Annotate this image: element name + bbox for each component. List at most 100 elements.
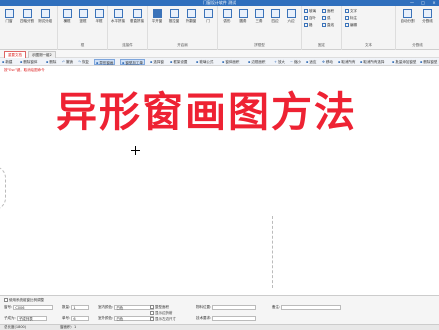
- inner-color-select[interactable]: 白色: [114, 304, 155, 310]
- ribbon-group-text: 文字 标注 编辑 文本: [342, 6, 396, 50]
- hframe-icon: [62, 9, 72, 18]
- quad-icon: [270, 9, 280, 18]
- toolbar-item-cancel-selection[interactable]: ▪取消所有选择: [360, 59, 384, 65]
- outer-color-field: 室外颜色: 白色: [98, 315, 155, 321]
- ribbon-group-tools: 玻璃 百叶 格 面积 弧 直线 固定: [302, 6, 342, 50]
- horizontal-frame-button[interactable]: 横框: [59, 9, 75, 24]
- toolbar-item-move[interactable]: ✥移动: [322, 59, 333, 65]
- toolbar-item-redo[interactable]: ↷恢复: [78, 59, 89, 65]
- tilt-button[interactable]: 外翻窗: [183, 9, 199, 24]
- hexagon-button[interactable]: 六边: [283, 9, 299, 24]
- arc-tool-icon: [322, 16, 326, 20]
- toolbar-item-undo[interactable]: ↶撤销: [62, 59, 73, 65]
- toolbar-item-batch-add[interactable]: ▪批量添加窗型: [392, 59, 416, 65]
- type-select[interactable]: 子成列表: [16, 315, 47, 321]
- ribbon-group-window: 门窗 四轴分割 测试分组: [0, 6, 58, 50]
- ribbon-group-label: 连接件: [122, 43, 133, 47]
- remark-input[interactable]: [281, 304, 342, 310]
- use-system-ratio-option[interactable]: 使用系统组窗比例调整: [4, 297, 44, 303]
- show-left-size-option[interactable]: 显示左边尺寸: [150, 316, 176, 322]
- toolbar-item-custom-shape[interactable]: ▪异形窗画: [94, 59, 116, 65]
- status-window-area: 窗面积：1: [60, 325, 77, 329]
- outer-color-select[interactable]: 白色: [114, 315, 155, 321]
- material-position-input[interactable]: [212, 304, 257, 310]
- tab-main-document[interactable]: 重要文档: [4, 51, 26, 58]
- dimension-icon: [345, 16, 349, 20]
- window-title: 门窗设计软件 测试: [202, 0, 237, 5]
- checkbox[interactable]: [150, 305, 154, 309]
- order-number-field: 单号: 6: [62, 315, 90, 321]
- window-button[interactable]: 门窗: [1, 9, 17, 24]
- move-icon: ✥: [322, 60, 325, 64]
- split-line-icon: [423, 9, 432, 18]
- four-axis-button[interactable]: 四轴分割: [19, 9, 35, 24]
- half-frame-button[interactable]: 半框: [91, 9, 107, 24]
- arc-shape-button[interactable]: 弧形: [219, 9, 235, 24]
- area-tool[interactable]: 面积: [322, 8, 334, 14]
- toolbar-item-glass-formula[interactable]: ▪玻璃公式: [196, 59, 213, 65]
- arc-tool[interactable]: 弧: [322, 15, 331, 21]
- tech-requirement-input[interactable]: [212, 315, 257, 321]
- tilt-icon: [186, 9, 196, 18]
- grid-tool[interactable]: 格: [304, 22, 313, 28]
- toolbar-item-delete-type[interactable]: ▪删除窗型: [420, 59, 437, 65]
- dimension-tool[interactable]: 标注: [345, 15, 357, 21]
- vertical-frame-button[interactable]: 竖框: [75, 9, 91, 24]
- ribbon-group-sash: 平开窗 推拉窗 外翻窗 门 开启扇: [148, 6, 218, 50]
- triangle-icon: [254, 9, 264, 18]
- ribbon: 门窗 四轴分割 测试分组 横框 竖框 半框 框 水平拼接 垂直拼接 连接件 平开…: [0, 6, 439, 50]
- group-icon: [40, 9, 50, 18]
- edit-icon: [345, 23, 349, 27]
- split-line-button[interactable]: 分割线: [418, 9, 437, 24]
- window-code-field: 窗号: C006: [4, 304, 54, 310]
- toolbar-item-frame-settings[interactable]: ▪框架设置: [170, 59, 187, 65]
- louver-tool[interactable]: 百叶: [304, 15, 316, 21]
- toolbar-item-delete-window[interactable]: ▪删除窗体: [20, 59, 37, 65]
- grid-icon: [22, 9, 32, 18]
- sliding-button[interactable]: 推拉窗: [166, 9, 182, 24]
- glass-icon: [304, 9, 308, 13]
- line-tool[interactable]: 直线: [322, 22, 334, 28]
- guide-arc: [0, 166, 6, 210]
- drawing-canvas[interactable]: 按"Esc"键，取消绘图命令 异形窗画图方法: [0, 66, 439, 295]
- ribbon-group-label: 拼框型: [254, 43, 265, 47]
- toolbar-item-delete[interactable]: ▪删除: [46, 59, 56, 65]
- quantity-input[interactable]: 1: [71, 304, 90, 310]
- toolbar-item-window-area[interactable]: ▪窗体面积: [222, 59, 239, 65]
- test-group-button[interactable]: 测试分组: [37, 9, 53, 24]
- toolbar-item-select-window[interactable]: ▪选择窗: [150, 59, 164, 65]
- order-number-input[interactable]: 6: [71, 315, 90, 321]
- glass-tool[interactable]: 玻璃: [304, 8, 316, 14]
- toolbar-item-cancel-all[interactable]: ▪取消所有: [338, 59, 355, 65]
- door-icon: [203, 9, 213, 18]
- checkbox[interactable]: [4, 298, 8, 302]
- edit-tool[interactable]: 编辑: [345, 22, 357, 28]
- toolbar-item-zoom-in[interactable]: +放大: [274, 59, 285, 65]
- vertical-join-button[interactable]: 垂直拼接: [129, 9, 145, 24]
- toolbar-item-fit[interactable]: ▪适应: [306, 59, 316, 65]
- horizontal-join-button[interactable]: 水平拼接: [110, 9, 126, 24]
- quad-button[interactable]: 四边: [267, 9, 283, 24]
- undo-icon: ↶: [62, 60, 65, 64]
- document-tabs: 重要文档 示图测一组2: [0, 50, 439, 58]
- half-frame-icon: [94, 9, 104, 18]
- toolbar-item-frame-area[interactable]: ▪边框面积: [248, 59, 265, 65]
- text-icon: [345, 9, 349, 13]
- checkbox[interactable]: [150, 317, 154, 321]
- triangle-button[interactable]: 三角: [251, 9, 267, 24]
- quantity-field: 数量: 1: [62, 304, 90, 310]
- drawing-toolbar: ▪新建 ▪删除窗体 ▪删除 ↶撤销 ↷恢复 ▪异形窗画 ▪窗型加工单 ▪选择窗 …: [0, 58, 439, 66]
- casement-button[interactable]: 平开窗: [149, 9, 165, 24]
- toolbar-item-zoom-out[interactable]: −缩小: [290, 59, 301, 65]
- door-button[interactable]: 门: [200, 9, 216, 24]
- text-tool[interactable]: 文字: [345, 8, 357, 14]
- hjoin-icon: [113, 9, 123, 18]
- round-corner-button[interactable]: 圆角: [235, 9, 251, 24]
- window-code-input[interactable]: C006: [13, 304, 54, 310]
- toolbar-item-new[interactable]: ▪新建: [2, 59, 12, 65]
- tech-requirement-field: 技术要求:: [196, 315, 257, 321]
- ribbon-group-label: 固定: [318, 43, 325, 47]
- toolbar-item-process-sheet[interactable]: ▪窗型加工单: [120, 59, 145, 65]
- tab-second-document[interactable]: 示图测一组2: [28, 51, 56, 58]
- auto-split-button[interactable]: 自动分割: [398, 9, 417, 24]
